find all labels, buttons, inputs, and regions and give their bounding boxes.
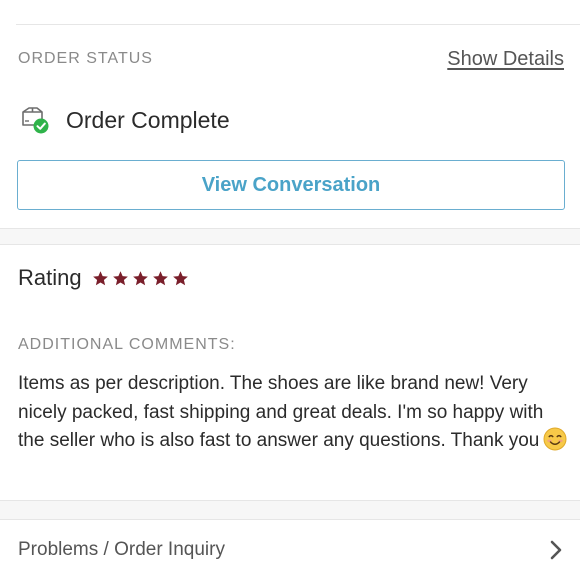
- star-icon: [112, 270, 128, 285]
- view-conversation-button[interactable]: View Conversation: [17, 160, 565, 210]
- smiling-face-icon: [543, 427, 567, 451]
- order-status-heading: ORDER STATUS: [18, 50, 153, 67]
- package-check-icon: [22, 107, 49, 134]
- top-divider: [16, 24, 580, 25]
- star-rating: [92, 270, 189, 287]
- problems-order-inquiry-label: Problems / Order Inquiry: [18, 539, 225, 560]
- problems-order-inquiry-row[interactable]: Problems / Order Inquiry: [0, 520, 580, 580]
- chevron-right-icon: [550, 540, 562, 560]
- section-separator-bottom: [0, 500, 580, 520]
- star-icon: [132, 270, 148, 285]
- rating-row: Rating: [18, 262, 189, 294]
- star-icon: [92, 270, 108, 285]
- rating-label: Rating: [18, 265, 82, 290]
- section-separator: [0, 228, 580, 245]
- additional-comments-heading: ADDITIONAL COMMENTS:: [18, 336, 236, 353]
- order-status-row: Order Complete: [20, 102, 230, 138]
- comment-body: Items as per description. The shoes are …: [18, 373, 544, 451]
- order-status-text: Order Complete: [66, 106, 230, 133]
- comment-text: Items as per description. The shoes are …: [18, 370, 568, 456]
- show-details-link[interactable]: Show Details: [447, 48, 564, 71]
- star-icon: [172, 270, 188, 285]
- star-icon: [152, 270, 168, 285]
